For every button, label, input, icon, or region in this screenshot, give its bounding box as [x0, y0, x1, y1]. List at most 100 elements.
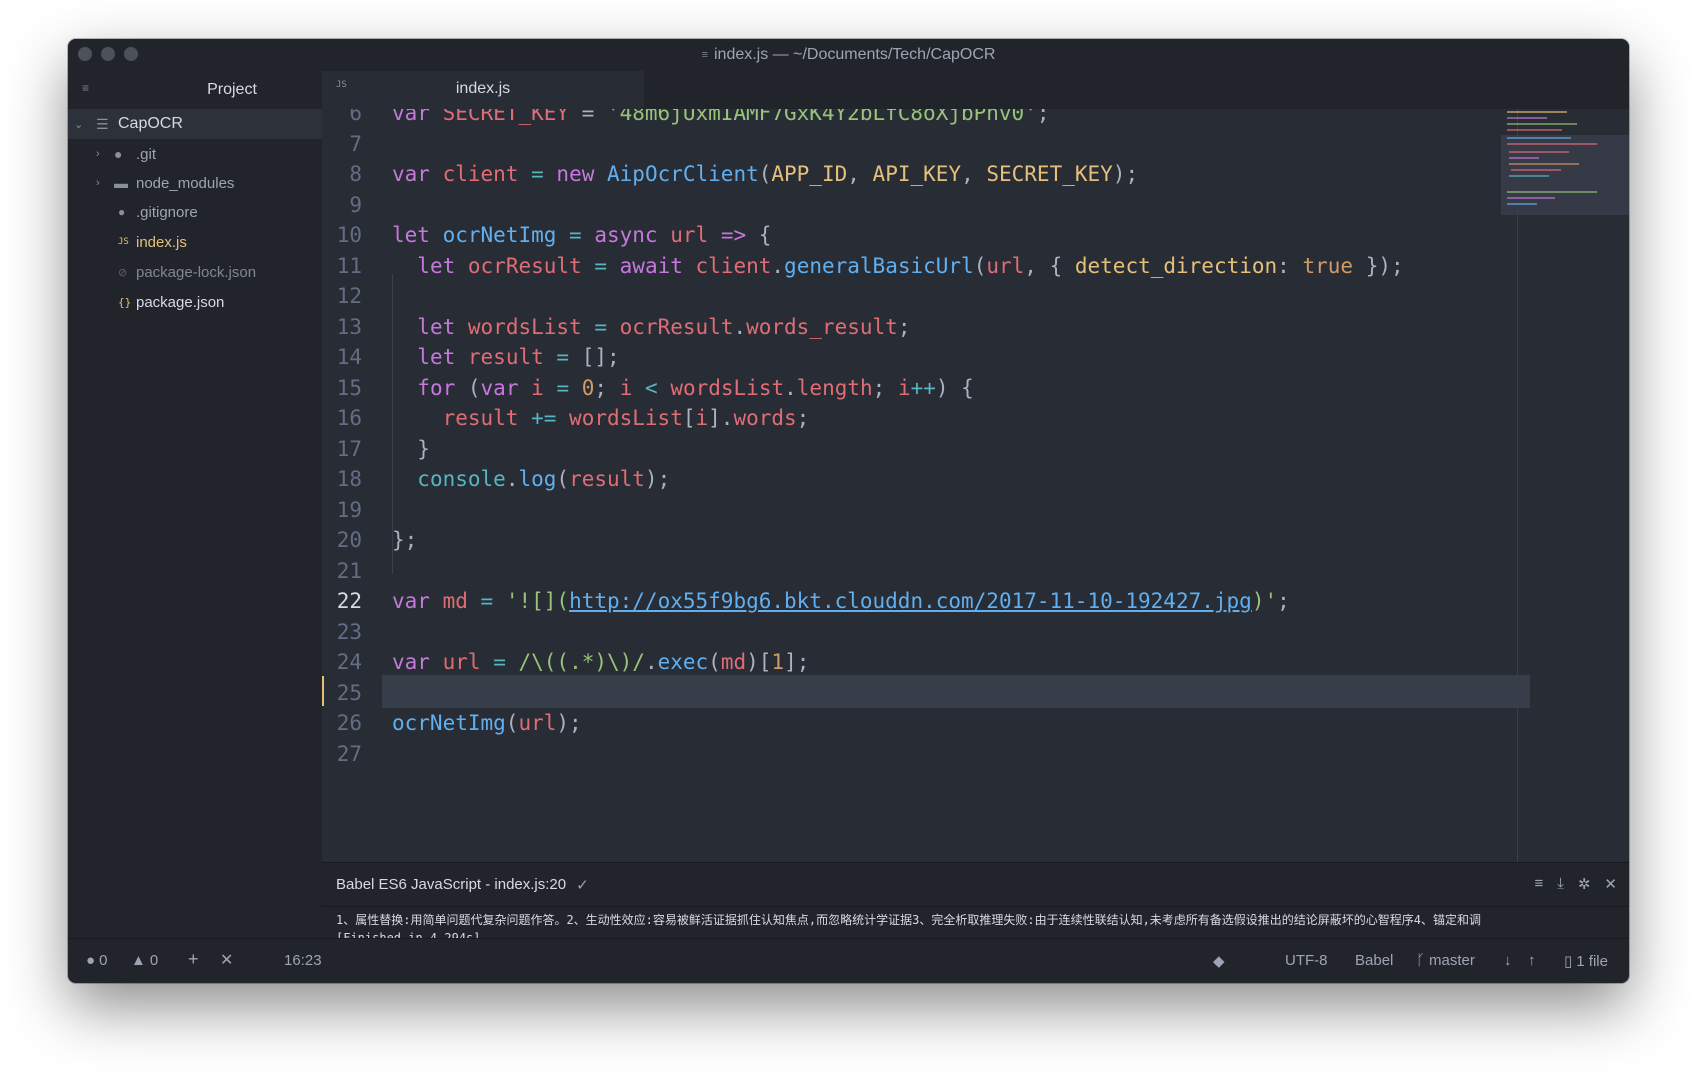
error-count[interactable]: ● 0: [86, 952, 107, 969]
minimap-line: [1507, 191, 1597, 193]
editor-window: ≡ index.js — ~/Documents/Tech/CapOCR ≡ P…: [68, 39, 1629, 983]
code-line: result += wordsList[i].words;: [442, 406, 810, 430]
line-number: 25: [336, 681, 362, 705]
git-branch[interactable]: ᚴ master: [1416, 952, 1475, 969]
close-window-button[interactable]: [78, 47, 92, 61]
close-icon[interactable]: ✕: [220, 950, 233, 970]
lock-file-icon: ⊘: [118, 266, 128, 279]
tree-item-index-js[interactable]: JS index.js: [68, 227, 322, 257]
output-header: Babel ES6 JavaScript - index.js:20 ✓: [322, 863, 1629, 907]
tree-item-package-json[interactable]: {} package.json: [68, 287, 322, 317]
list-icon[interactable]: ≡: [1534, 875, 1543, 893]
tab-bar: ≡ Project JS index.js: [68, 71, 1629, 109]
minimap-line: [1507, 203, 1537, 205]
tree-root-capocr[interactable]: ⌄ ☰ CapOCR: [68, 109, 322, 139]
code-line: ocrNetImg(url);: [392, 711, 582, 735]
code-line-current: var md = '![](http://ox55f9bg6.bkt.cloud…: [392, 589, 1290, 613]
current-line-highlight: [382, 675, 1530, 708]
minimap[interactable]: [1501, 109, 1629, 862]
error-icon: ●: [86, 952, 96, 969]
github-icon: ●: [114, 146, 123, 162]
line-number: 27: [336, 742, 362, 766]
code-editor[interactable]: 6 7 8 9 10 11 12 13 14 15 16 17 18 19 20…: [322, 109, 1629, 862]
panel-toggle-icon[interactable]: ≡: [82, 81, 89, 95]
code-line: var client = new AipOcrClient(APP_ID, AP…: [392, 162, 1139, 186]
close-icon[interactable]: ✕: [1604, 875, 1617, 893]
code-line: for (var i = 0; i < wordsList.length; i+…: [417, 376, 974, 400]
tab-index-js[interactable]: JS index.js: [322, 71, 644, 109]
tree-item-package-lock[interactable]: ⊘ package-lock.json: [68, 257, 322, 287]
title-bar: ≡ index.js — ~/Documents/Tech/CapOCR: [68, 39, 1629, 71]
settings-icon[interactable]: ✲: [1578, 875, 1591, 893]
encoding-selector[interactable]: UTF-8: [1285, 952, 1328, 969]
line-number: 18: [336, 467, 362, 491]
code-line: let result = [];: [417, 345, 620, 369]
line-number: 14: [336, 345, 362, 369]
js-file-icon: JS: [118, 237, 129, 247]
line-number: 20: [336, 528, 362, 552]
line-number: 21: [336, 559, 362, 583]
project-sidebar: ⌄ ☰ CapOCR › ● .git › ▬ node_modules ● .…: [68, 109, 322, 938]
script-output-panel: Babel ES6 JavaScript - index.js:20 ✓ ≡ ⤓…: [322, 862, 1629, 945]
minimap-line: [1509, 163, 1579, 165]
code-line: let ocrResult = await client.generalBasi…: [417, 254, 1404, 278]
modified-files[interactable]: ▯ 1 file: [1564, 952, 1608, 971]
line-number: 19: [336, 498, 362, 522]
minimize-window-button[interactable]: [101, 47, 115, 61]
minimap-line: [1507, 197, 1555, 199]
code-line: console.log(result);: [417, 467, 671, 491]
check-icon: ✓: [576, 876, 589, 894]
line-number: 6: [349, 109, 362, 125]
tab-label: index.js: [455, 80, 511, 97]
output-title: Babel ES6 JavaScript - index.js:20: [336, 876, 567, 893]
line-number: 9: [349, 193, 362, 217]
minimap-line: [1507, 117, 1547, 119]
grammar-selector[interactable]: Babel: [1355, 952, 1393, 969]
json-file-icon: {}: [118, 295, 132, 309]
line-number: 11: [336, 254, 362, 278]
line-number: 10: [336, 223, 362, 247]
chevron-right-icon[interactable]: ›: [96, 177, 100, 189]
minimap-line: [1509, 175, 1549, 177]
output-toolbar: ≡ ⤓ ✲ ✕: [1534, 875, 1617, 893]
line-number: 24: [336, 650, 362, 674]
folder-icon: ▬: [114, 175, 128, 191]
github-icon[interactable]: ◆: [1213, 952, 1225, 970]
cursor-position[interactable]: 16:23: [284, 952, 322, 969]
file-diff-icon: ▯: [1564, 953, 1573, 970]
line-number: 16: [336, 406, 362, 430]
code-line: }: [392, 437, 430, 461]
push-up-icon[interactable]: ↑: [1528, 952, 1536, 969]
tree-item-gitignore[interactable]: ● .gitignore: [68, 197, 322, 227]
line-number: 17: [336, 437, 362, 461]
file-text-icon: ≡: [701, 49, 708, 61]
chevron-right-icon[interactable]: ›: [96, 148, 100, 160]
branch-icon: ᚴ: [1416, 952, 1426, 969]
github-icon: ●: [118, 205, 126, 219]
download-icon[interactable]: ⤓: [1557, 875, 1564, 893]
status-bar: ● 0 ▲ 0 + ✕ 16:23 ◆ UTF-8 Babel ᚴ master…: [68, 938, 1629, 983]
line-number: 8: [349, 162, 362, 186]
line-number: 12: [336, 284, 362, 308]
zoom-window-button[interactable]: [124, 47, 138, 61]
chevron-down-icon[interactable]: ⌄: [74, 118, 83, 131]
tree-item-git[interactable]: › ● .git: [68, 139, 322, 169]
line-number: 7: [349, 132, 362, 156]
window-controls: [78, 47, 138, 61]
line-number: 23: [336, 620, 362, 644]
minimap-line: [1507, 143, 1597, 145]
line-number: 26: [336, 711, 362, 735]
line-number-current: 22: [336, 589, 362, 613]
warning-count[interactable]: ▲ 0: [131, 952, 158, 969]
minimap-line: [1509, 157, 1539, 159]
minimap-line: [1509, 151, 1569, 153]
line-number: 13: [336, 315, 362, 339]
minimap-line: [1511, 169, 1561, 171]
fetch-down-icon[interactable]: ↓: [1504, 952, 1512, 969]
code-line: };: [392, 528, 418, 552]
repo-icon: ☰: [96, 115, 109, 132]
warning-icon: ▲: [131, 952, 146, 969]
tree-item-node-modules[interactable]: › ▬ node_modules: [68, 168, 322, 198]
add-icon[interactable]: +: [188, 949, 199, 970]
minimap-line: [1507, 137, 1571, 139]
